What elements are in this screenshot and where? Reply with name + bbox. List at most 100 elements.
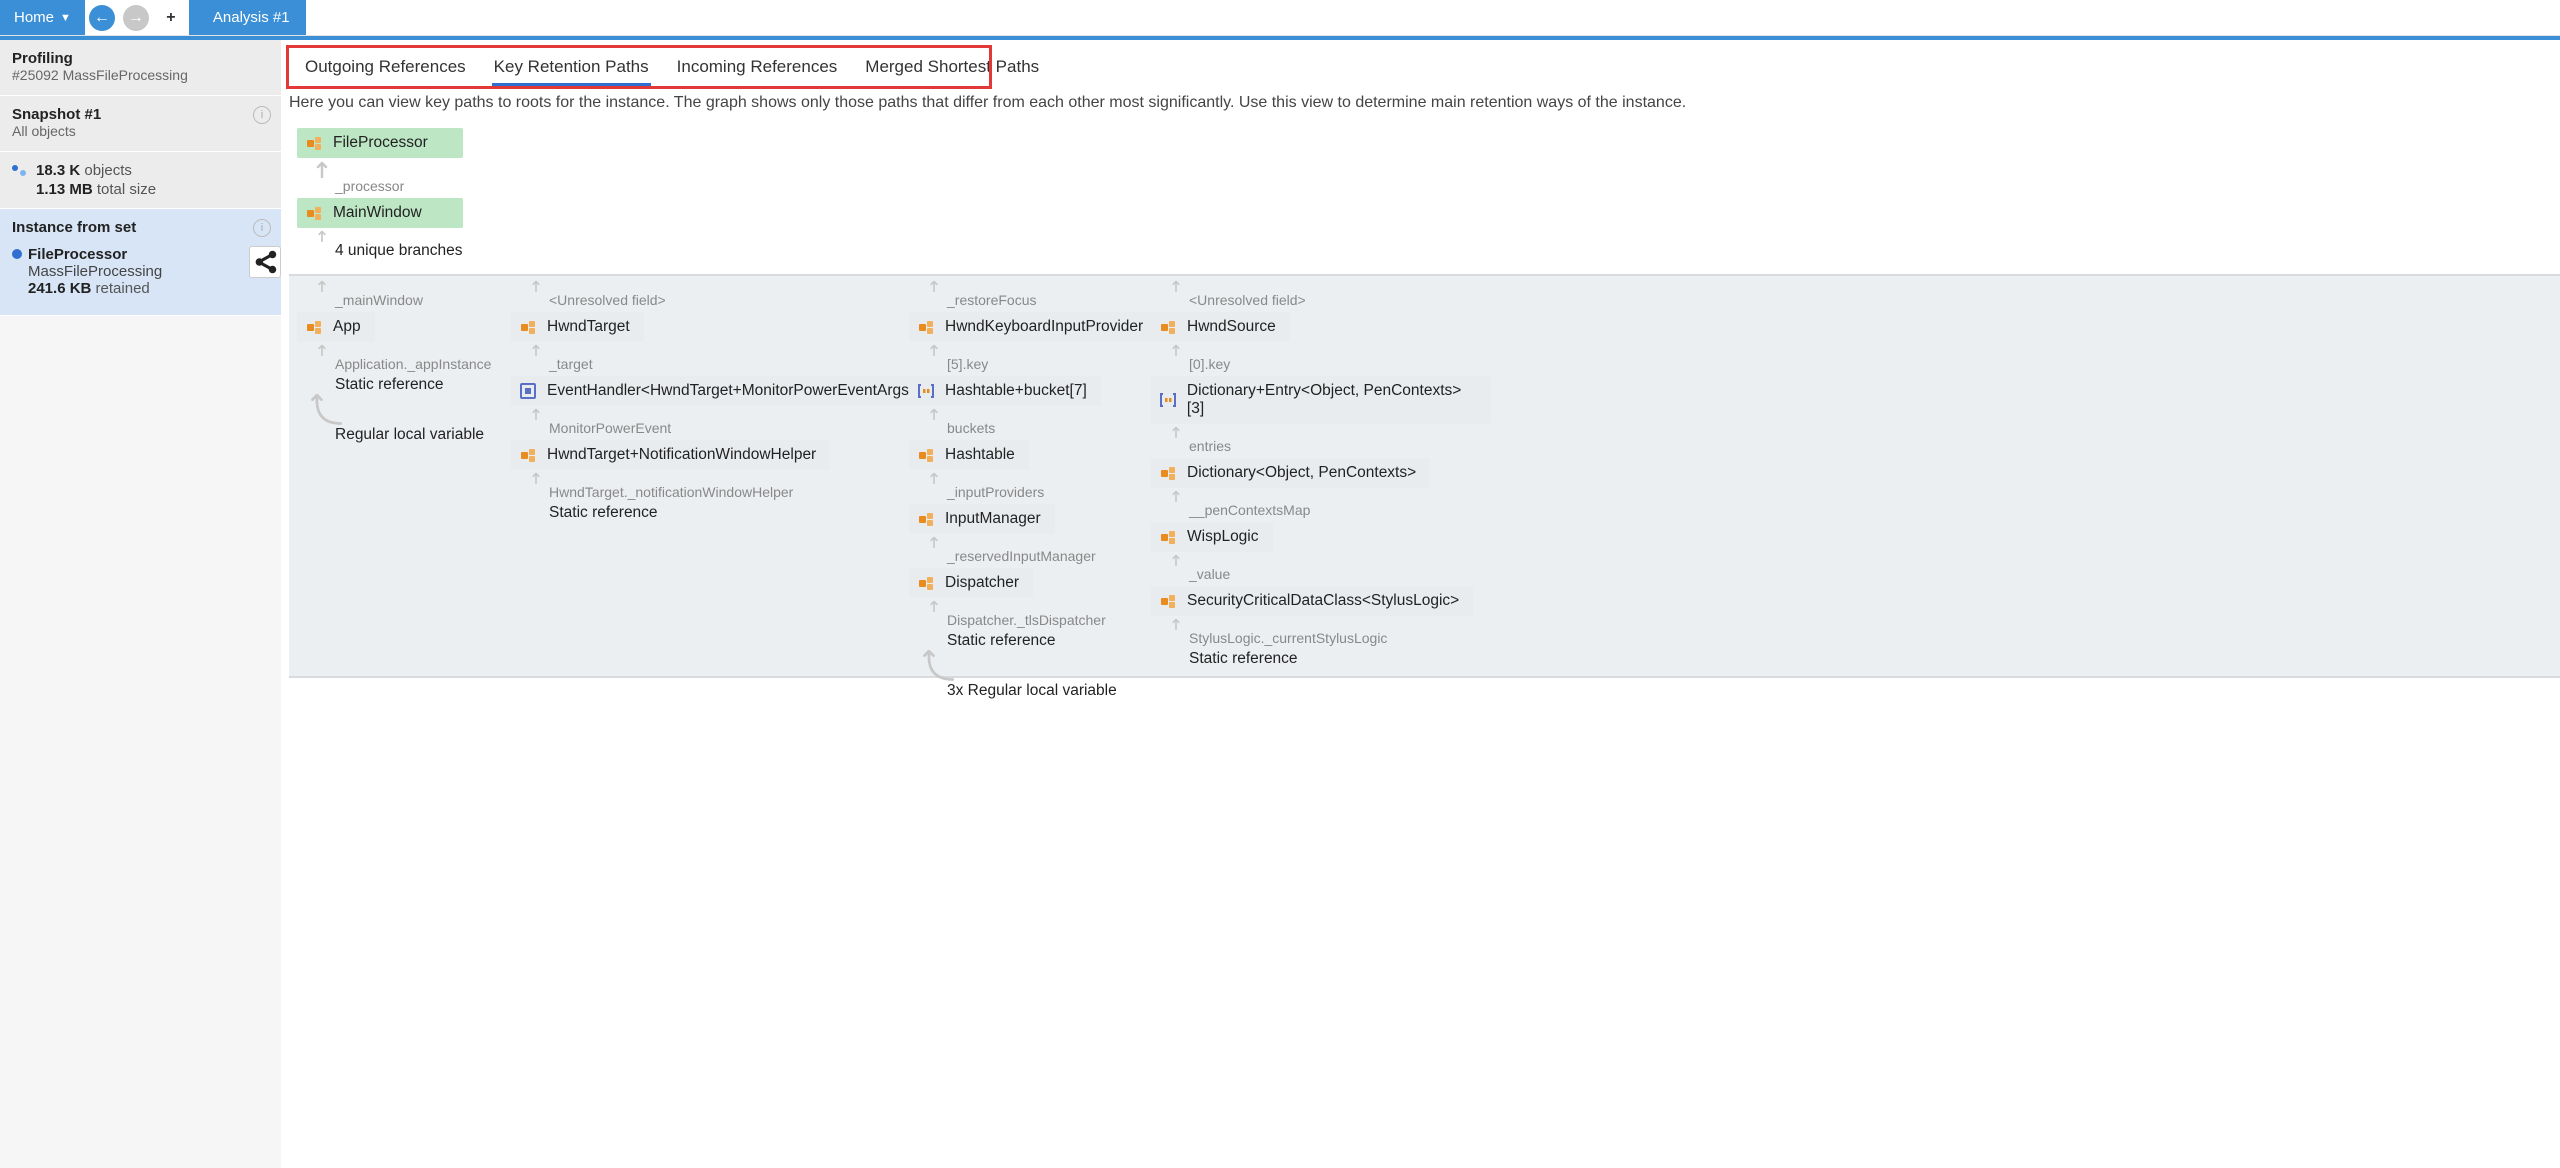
graph-branch-3: <Unresolved field> HwndSource [0].key Di… — [1151, 278, 1491, 668]
main-area: Profiling #25092 MassFileProcessing i Sn… — [0, 40, 2560, 1168]
arrow-icon — [309, 278, 335, 292]
home-button[interactable]: Home ▼ — [0, 0, 85, 35]
total-size-label: total size — [97, 181, 156, 198]
arrow-icon — [921, 598, 947, 612]
class-icon — [305, 134, 323, 152]
arrow-right-icon: → — [128, 9, 144, 27]
graph-node[interactable]: Dispatcher — [909, 568, 1033, 598]
instance-retained-label: retained — [96, 280, 150, 297]
nav-back-button[interactable]: ← — [89, 5, 115, 31]
arrow-icon — [523, 470, 549, 484]
arrow-icon — [1163, 552, 1189, 566]
reference-kind: Static reference — [549, 504, 658, 522]
graph-node[interactable]: Hashtable — [909, 440, 1029, 470]
snapshot-block[interactable]: i Snapshot #1 All objects — [0, 96, 281, 152]
top-toolbar: Home ▼ ← → + Analysis #1 — [0, 0, 2560, 36]
nav-controls: ← → + — [85, 0, 189, 35]
class-icon — [519, 318, 537, 336]
graph-node[interactable]: Dictionary+Entry<Object, PenContexts>[3] — [1151, 376, 1491, 424]
arrow-icon — [1163, 342, 1189, 356]
edge-label: Application._appInstance — [335, 356, 491, 372]
class-icon — [1159, 318, 1177, 336]
node-label: FileProcessor — [333, 134, 428, 152]
arrow-icon — [309, 228, 335, 242]
class-icon — [1159, 464, 1177, 482]
instance-block[interactable]: i Instance from set FileProcessor MassFi… — [0, 209, 281, 316]
curve-arrow-icon — [309, 394, 343, 426]
tab-merged-shortest-paths[interactable]: Merged Shortest Paths — [865, 57, 1039, 77]
graph-node[interactable]: HwndSource — [1151, 312, 1290, 342]
class-icon — [917, 510, 935, 528]
edge-label: _reservedInputManager — [947, 548, 1096, 564]
graph-node[interactable]: EventHandler<HwndTarget+MonitorPowerEven… — [511, 376, 932, 406]
graph-node[interactable]: WispLogic — [1151, 522, 1273, 552]
class-icon — [305, 204, 323, 222]
node-label: Dictionary+Entry<Object, PenContexts>[3] — [1187, 382, 1477, 418]
plus-icon: + — [166, 9, 175, 27]
node-label: Hashtable — [945, 446, 1015, 464]
description-text: Here you can view key paths to roots for… — [289, 92, 2560, 114]
nav-forward-button[interactable]: → — [123, 5, 149, 31]
info-icon[interactable]: i — [253, 219, 271, 237]
reference-kind: Static reference — [1189, 650, 1298, 668]
edge-label: [5].key — [947, 356, 988, 372]
node-label: HwndSource — [1187, 318, 1276, 336]
tab-incoming-references[interactable]: Incoming References — [677, 57, 838, 77]
graph-node[interactable]: InputManager — [909, 504, 1055, 534]
objects-icon — [12, 165, 28, 177]
edge-label: _restoreFocus — [947, 292, 1036, 308]
graph-node[interactable]: App — [297, 312, 375, 342]
home-label: Home — [14, 9, 54, 26]
branches-count: 4 unique branches — [335, 242, 463, 260]
snapshot-subtitle: All objects — [12, 123, 269, 139]
edge-label: StylusLogic._currentStylusLogic — [1189, 630, 1387, 646]
instance-bullet-icon — [12, 249, 22, 259]
subtabs: Outgoing References Key Retention Paths … — [289, 48, 1055, 86]
tab-key-retention-paths[interactable]: Key Retention Paths — [494, 57, 649, 77]
snapshot-title: Snapshot #1 — [12, 106, 269, 123]
reference-kind: Static reference — [335, 376, 444, 394]
arrow-icon — [309, 342, 335, 356]
edge-label: _inputProviders — [947, 484, 1044, 500]
edge-label: buckets — [947, 420, 995, 436]
stats-block[interactable]: 18.3 K objects 1.13 MB total size — [0, 152, 281, 209]
node-label: HwndKeyboardInputProvider — [945, 318, 1143, 336]
arrow-icon — [921, 406, 947, 420]
arrow-left-icon: ← — [94, 9, 110, 27]
graph-node-mainwindow[interactable]: MainWindow — [297, 198, 463, 228]
node-label: HwndTarget — [547, 318, 630, 336]
class-icon — [305, 318, 323, 336]
edge-label: _processor — [335, 178, 463, 194]
node-label: MainWindow — [333, 204, 422, 222]
new-tab-button[interactable]: + — [153, 0, 189, 35]
graph-node[interactable]: Dictionary<Object, PenContexts> — [1151, 458, 1430, 488]
graph-node-root[interactable]: FileProcessor — [297, 128, 463, 158]
profiling-title: Profiling — [12, 50, 269, 67]
arrow-icon — [1163, 278, 1189, 292]
analysis-tab[interactable]: Analysis #1 — [189, 0, 306, 35]
info-icon[interactable]: i — [253, 106, 271, 124]
home-caret-icon: ▼ — [60, 12, 71, 24]
content-canvas: Outgoing References Key Retention Paths … — [281, 40, 2560, 1168]
objects-count: 18.3 K — [36, 162, 80, 179]
node-label: Hashtable+bucket[7] — [945, 382, 1087, 400]
share-icon — [250, 247, 280, 277]
graph-node[interactable]: HwndTarget+NotificationWindowHelper — [511, 440, 830, 470]
share-button[interactable] — [249, 246, 281, 278]
arrow-icon — [309, 158, 335, 178]
struct-icon — [519, 382, 537, 400]
edge-label: _value — [1189, 566, 1230, 582]
class-icon — [917, 318, 935, 336]
edge-label: <Unresolved field> — [1189, 292, 1306, 308]
graph-node[interactable]: Hashtable+bucket[7] — [909, 376, 1101, 406]
graph-node[interactable]: HwndKeyboardInputProvider — [909, 312, 1157, 342]
edge-label: HwndTarget._notificationWindowHelper — [549, 484, 793, 500]
class-icon — [519, 446, 537, 464]
profiling-block[interactable]: Profiling #25092 MassFileProcessing — [0, 40, 281, 96]
class-icon — [917, 446, 935, 464]
instance-namespace: MassFileProcessing — [28, 263, 162, 280]
node-label: HwndTarget+NotificationWindowHelper — [547, 446, 816, 464]
graph-node[interactable]: HwndTarget — [511, 312, 644, 342]
tab-outgoing-references[interactable]: Outgoing References — [305, 57, 466, 77]
graph-node[interactable]: SecurityCriticalDataClass<StylusLogic> — [1151, 586, 1473, 616]
